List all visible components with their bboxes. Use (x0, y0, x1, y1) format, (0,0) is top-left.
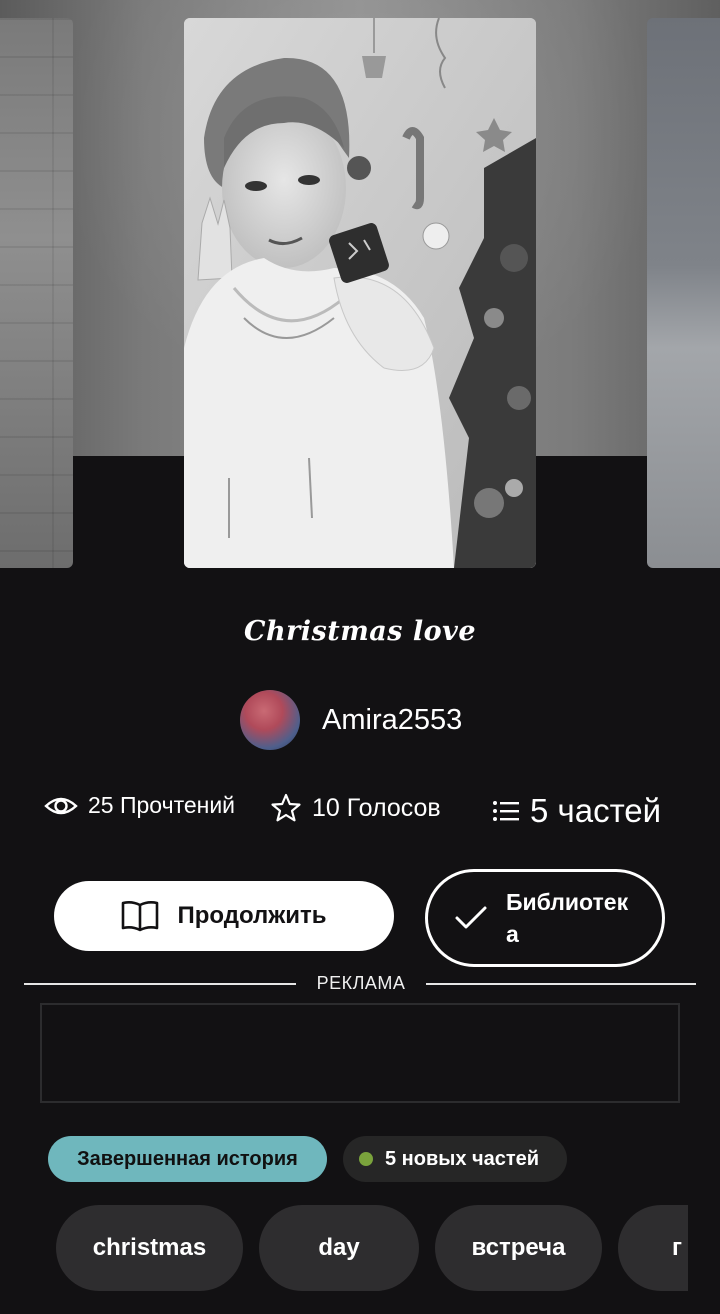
author-avatar[interactable] (240, 690, 300, 750)
tag-label: christmas (92, 1234, 207, 1261)
continue-label: Продолжить (177, 902, 327, 929)
list-icon (493, 801, 519, 821)
cover-carousel[interactable] (0, 0, 720, 580)
votes-count: 10 Голосов (312, 793, 441, 822)
tag-chip[interactable]: г (618, 1205, 688, 1291)
tag-chip[interactable]: встреча (435, 1205, 602, 1291)
reads-stat: 25 Прочтений (44, 792, 235, 819)
eye-icon (44, 797, 78, 814)
parts-count: 5 частей (530, 792, 662, 829)
completed-status-badge: Завершенная история (48, 1136, 327, 1182)
tag-chip[interactable]: day (259, 1205, 419, 1291)
tag-chip[interactable]: christmas (56, 1205, 243, 1291)
new-parts-label: 5 новых частей (385, 1147, 540, 1170)
new-parts-badge: 5 новых частей (343, 1136, 567, 1182)
story-stats: 25 Прочтений 10 Голосов 5 частей (0, 784, 720, 844)
cover-photo-illustration (184, 18, 536, 568)
star-icon (271, 793, 301, 822)
library-label: Библиотека (506, 889, 629, 947)
ad-divider-line-left (24, 983, 296, 985)
ad-label: РЕКЛАМА (316, 973, 406, 993)
book-icon (122, 901, 159, 932)
author-link[interactable]: Amira2553 (240, 690, 462, 750)
author-name[interactable]: Amira2553 (322, 704, 462, 737)
tag-label: г (672, 1234, 682, 1261)
ad-divider-line-right (426, 983, 696, 985)
check-icon (455, 906, 487, 929)
reads-count: 25 Прочтений (88, 792, 236, 818)
story-title: Christmas love (243, 616, 477, 647)
story-cover-image[interactable] (184, 18, 536, 568)
votes-stat: 10 Голосов (270, 792, 441, 824)
ad-banner-slot[interactable] (40, 1003, 680, 1103)
add-to-library-button[interactable]: Библиотека (425, 869, 665, 967)
tags-row[interactable]: christmas day встреча г (0, 1205, 688, 1291)
parts-stat[interactable]: 5 частей (492, 792, 661, 830)
tag-label: day (318, 1234, 360, 1261)
new-indicator-dot (359, 1152, 373, 1166)
ad-divider: РЕКЛАМА (0, 972, 720, 996)
next-story-cover[interactable] (647, 18, 720, 568)
completed-status-label: Завершенная история (77, 1147, 298, 1170)
continue-reading-button[interactable]: Продолжить (54, 881, 394, 951)
previous-story-cover[interactable] (0, 18, 73, 568)
tag-label: встреча (471, 1234, 566, 1261)
